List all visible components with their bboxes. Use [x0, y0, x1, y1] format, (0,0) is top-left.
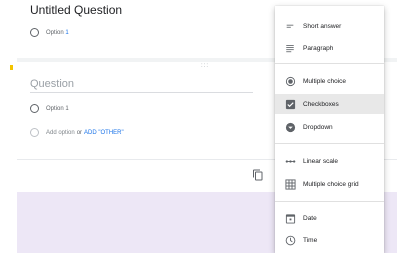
question-type-menu: Short answer Paragraph Multiple choice C… — [275, 6, 384, 253]
menu-item-label: Short answer — [303, 22, 342, 30]
option-row[interactable]: Option 1 — [30, 28, 69, 37]
grid-icon — [284, 178, 296, 190]
option-label[interactable]: Option 1 — [46, 30, 69, 36]
radio-icon — [30, 128, 39, 137]
menu-item-date[interactable]: Date — [275, 208, 384, 228]
option-label[interactable]: Option 1 — [46, 106, 69, 112]
menu-item-label: Multiple choice — [303, 77, 346, 85]
menu-divider — [275, 201, 384, 202]
menu-item-label: Multiple choice grid — [303, 180, 359, 188]
menu-item-label: Dropdown — [303, 123, 333, 131]
menu-item-label: Checkboxes — [303, 100, 339, 108]
paragraph-icon — [284, 42, 296, 54]
menu-divider — [275, 63, 384, 64]
duplicate-icon[interactable] — [252, 169, 264, 181]
radio-icon — [30, 28, 39, 37]
question-input[interactable]: Question — [30, 78, 253, 93]
menu-item-label: Time — [303, 236, 318, 244]
calendar-icon — [284, 212, 296, 224]
menu-item-multiple-choice-grid[interactable]: Multiple choice grid — [275, 174, 384, 194]
menu-divider — [275, 143, 384, 144]
option-row[interactable]: Option 1 — [30, 104, 69, 113]
menu-item-label: Date — [303, 214, 317, 222]
menu-item-time[interactable]: Time — [275, 230, 384, 250]
checkbox-icon — [284, 98, 296, 110]
menu-item-multiple-choice[interactable]: Multiple choice — [275, 71, 384, 91]
menu-item-checkboxes[interactable]: Checkboxes — [275, 94, 384, 114]
dropdown-icon — [284, 121, 296, 133]
menu-item-label: Paragraph — [303, 44, 334, 52]
menu-item-dropdown[interactable]: Dropdown — [275, 117, 384, 137]
clock-icon — [284, 234, 296, 246]
radio-icon — [30, 104, 39, 113]
radio-checked-icon — [284, 75, 296, 87]
linear-scale-icon — [284, 155, 296, 167]
menu-item-paragraph[interactable]: Paragraph — [275, 38, 384, 58]
menu-item-label: Linear scale — [303, 157, 339, 165]
question-title[interactable]: Untitled Question — [30, 3, 122, 17]
menu-item-linear-scale[interactable]: Linear scale — [275, 151, 384, 171]
add-other-link[interactable]: ADD "OTHER" — [84, 130, 124, 136]
or-label: or — [76, 129, 83, 136]
add-option-row: Add option or ADD "OTHER" — [30, 128, 124, 137]
add-option-link[interactable]: Add option — [46, 130, 75, 136]
focus-marker — [10, 65, 13, 70]
menu-item-short-answer[interactable]: Short answer — [275, 16, 384, 36]
drag-handle-icon[interactable]: ::: — [201, 63, 209, 69]
short-answer-icon — [284, 20, 296, 32]
